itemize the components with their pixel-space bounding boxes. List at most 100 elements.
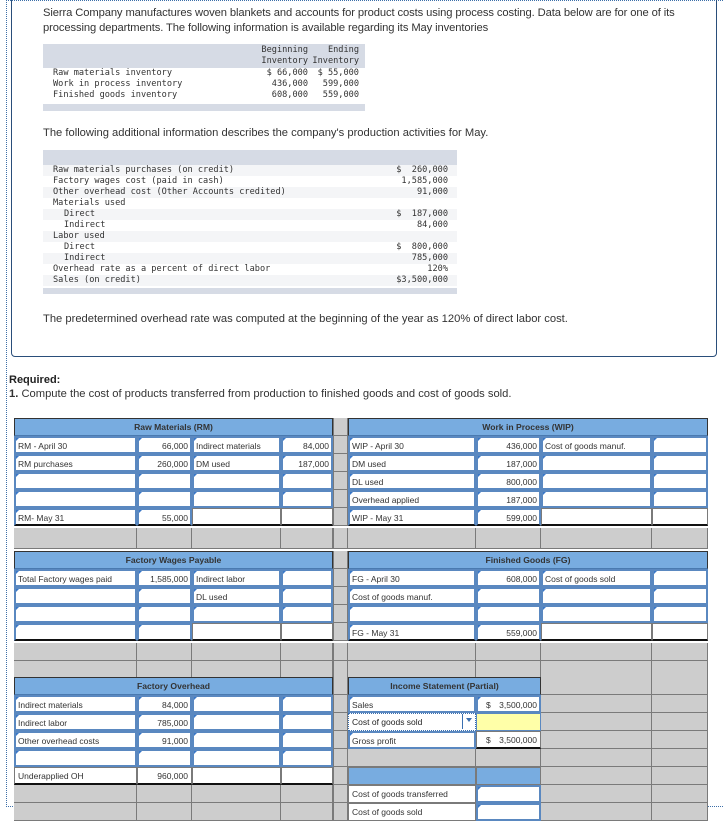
raw-materials-credit-amount[interactable] xyxy=(281,472,333,490)
finished-goods-debit-label[interactable]: Cost of goods manuf. xyxy=(348,587,476,605)
work-in-process-debit-label[interactable]: DM used xyxy=(348,454,476,472)
empty-cell xyxy=(652,677,708,695)
factory-wages-payable-credit-amount[interactable] xyxy=(281,587,333,605)
factory-overhead-credit-label[interactable] xyxy=(192,695,281,713)
factory-overhead-credit-amount[interactable] xyxy=(281,713,333,731)
factory-wages-payable-credit-label[interactable]: DL used xyxy=(192,587,281,605)
factory-overhead-debit-label[interactable]: Indirect labor xyxy=(14,713,137,731)
factory-wages-payable-credit-label[interactable]: Indirect labor xyxy=(192,569,281,587)
raw-materials-debit-label[interactable]: RM- May 31 xyxy=(14,508,137,526)
raw-materials-debit-label[interactable]: RM purchases xyxy=(14,454,137,472)
work-in-process-credit-label[interactable] xyxy=(541,490,652,508)
factory-overhead-debit-amount[interactable]: 785,000 xyxy=(137,713,192,731)
finished-goods-debit-amount[interactable]: 608,000 xyxy=(476,569,541,587)
work-in-process-debit-label[interactable]: WIP - May 31 xyxy=(348,508,476,526)
work-in-process-debit-amount[interactable]: 187,000 xyxy=(476,490,541,508)
raw-materials-credit-label[interactable] xyxy=(192,472,281,490)
work-in-process-debit-label[interactable]: WIP - April 30 xyxy=(348,436,476,454)
factory-overhead-debit-label[interactable]: Indirect materials xyxy=(14,695,137,713)
is-gross-profit-label[interactable]: Gross profit xyxy=(348,731,476,749)
raw-materials-debit-amount[interactable]: 55,000 xyxy=(137,508,192,526)
factory-overhead-debit-amount[interactable]: 84,000 xyxy=(137,695,192,713)
factory-overhead-credit-label[interactable] xyxy=(192,731,281,749)
inventory-label: Work in process inventory xyxy=(53,79,183,89)
work-in-process-credit-label[interactable]: Cost of goods manuf. xyxy=(541,436,652,454)
summary-amount-input[interactable] xyxy=(476,803,541,821)
raw-materials-debit-amount[interactable] xyxy=(137,472,192,490)
is-cogs-dropdown[interactable]: Cost of goods sold xyxy=(348,713,476,731)
finished-goods-credit-label[interactable] xyxy=(541,605,652,623)
empty-cell xyxy=(541,643,652,661)
work-in-process-debit-amount[interactable]: 800,000 xyxy=(476,472,541,490)
finished-goods-credit-label[interactable]: Cost of goods sold xyxy=(541,569,652,587)
work-in-process-credit-amount[interactable] xyxy=(652,436,708,454)
factory-overhead-credit-amount[interactable] xyxy=(281,749,333,767)
factory-overhead-debit-label[interactable]: Other overhead costs xyxy=(14,731,137,749)
finished-goods-debit-label[interactable]: FG - May 31 xyxy=(348,623,476,641)
raw-materials-credit-amount[interactable] xyxy=(281,490,333,508)
factory-wages-payable-debit-label[interactable] xyxy=(14,587,137,605)
is-sales-label[interactable]: Sales xyxy=(348,695,476,713)
raw-materials-credit-label[interactable]: Indirect materials xyxy=(192,436,281,454)
factory-wages-payable-debit-amount[interactable]: 1,585,000 xyxy=(137,569,192,587)
finished-goods-debit-amount[interactable]: 559,000 xyxy=(476,623,541,641)
work-in-process-credit-label[interactable] xyxy=(541,472,652,490)
factory-overhead-debit-amount[interactable] xyxy=(137,749,192,767)
empty-cell xyxy=(281,785,333,803)
work-in-process-credit-amount[interactable] xyxy=(652,490,708,508)
factory-wages-payable-debit-amount[interactable] xyxy=(137,587,192,605)
raw-materials-credit-label[interactable] xyxy=(192,490,281,508)
raw-materials-debit-amount[interactable]: 66,000 xyxy=(137,436,192,454)
is-sales-amount[interactable]: $3,500,000 xyxy=(476,695,541,713)
factory-wages-payable-debit-label[interactable] xyxy=(14,623,137,641)
factory-overhead-debit-amount[interactable]: 91,000 xyxy=(137,731,192,749)
finished-goods-debit-label[interactable] xyxy=(348,605,476,623)
factory-overhead-credit-amount[interactable] xyxy=(281,695,333,713)
work-in-process-credit-amount[interactable] xyxy=(652,454,708,472)
chevron-down-icon[interactable] xyxy=(462,714,475,729)
raw-materials-credit-label[interactable]: DM used xyxy=(192,454,281,472)
raw-materials-debit-amount[interactable] xyxy=(137,490,192,508)
finished-goods-credit-amount[interactable] xyxy=(652,587,708,605)
finished-goods-credit-label[interactable] xyxy=(541,587,652,605)
work-in-process-credit-label[interactable] xyxy=(541,454,652,472)
finished-goods-credit-amount[interactable] xyxy=(652,569,708,587)
factory-wages-payable-credit-amount[interactable] xyxy=(281,605,333,623)
finished-goods-debit-amount[interactable] xyxy=(476,605,541,623)
work-in-process-debit-amount[interactable]: 187,000 xyxy=(476,454,541,472)
factory-overhead-credit-label[interactable] xyxy=(192,749,281,767)
activity-value: $3,500,000 xyxy=(396,275,448,285)
work-in-process-debit-amount[interactable]: 436,000 xyxy=(476,436,541,454)
factory-overhead-credit-amount[interactable] xyxy=(281,731,333,749)
summary-row: Cost of goods sold xyxy=(14,803,708,821)
finished-goods-debit-label[interactable]: FG - April 30 xyxy=(348,569,476,587)
finished-goods-credit-amount[interactable] xyxy=(652,605,708,623)
finished-goods-debit-amount[interactable] xyxy=(476,587,541,605)
activity-label: Direct xyxy=(64,209,96,219)
raw-materials-credit-amount[interactable]: 84,000 xyxy=(281,436,333,454)
factory-wages-payable-debit-label[interactable] xyxy=(14,605,137,623)
factory-overhead-credit-label[interactable] xyxy=(192,713,281,731)
is-gross-profit-value: 3,500,000 xyxy=(499,735,537,745)
factory-wages-payable-credit-amount xyxy=(281,623,333,641)
is-cogs-amount-input[interactable] xyxy=(476,713,541,731)
factory-wages-payable-debit-amount[interactable] xyxy=(137,605,192,623)
factory-wages-payable-credit-amount[interactable] xyxy=(281,569,333,587)
work-in-process-debit-label[interactable]: Overhead applied xyxy=(348,490,476,508)
column-separator xyxy=(333,785,348,803)
summary-amount-input[interactable] xyxy=(476,785,541,803)
raw-materials-credit-amount[interactable]: 187,000 xyxy=(281,454,333,472)
raw-materials-debit-label[interactable] xyxy=(14,490,137,508)
work-in-process-debit-amount[interactable]: 599,000 xyxy=(476,508,541,526)
factory-overhead-debit-label[interactable] xyxy=(14,749,137,767)
work-in-process-debit-label[interactable]: DL used xyxy=(348,472,476,490)
raw-materials-debit-label[interactable]: RM - April 30 xyxy=(14,436,137,454)
factory-wages-payable-debit-label[interactable]: Total Factory wages paid xyxy=(14,569,137,587)
factory-wages-payable-credit-label[interactable] xyxy=(192,605,281,623)
factory-wages-payable-debit-amount[interactable] xyxy=(137,623,192,641)
empty-cell xyxy=(476,643,541,661)
work-in-process-credit-amount[interactable] xyxy=(652,472,708,490)
raw-materials-debit-label[interactable] xyxy=(14,472,137,490)
summary-label: Cost of goods sold xyxy=(348,803,476,821)
raw-materials-debit-amount[interactable]: 260,000 xyxy=(137,454,192,472)
